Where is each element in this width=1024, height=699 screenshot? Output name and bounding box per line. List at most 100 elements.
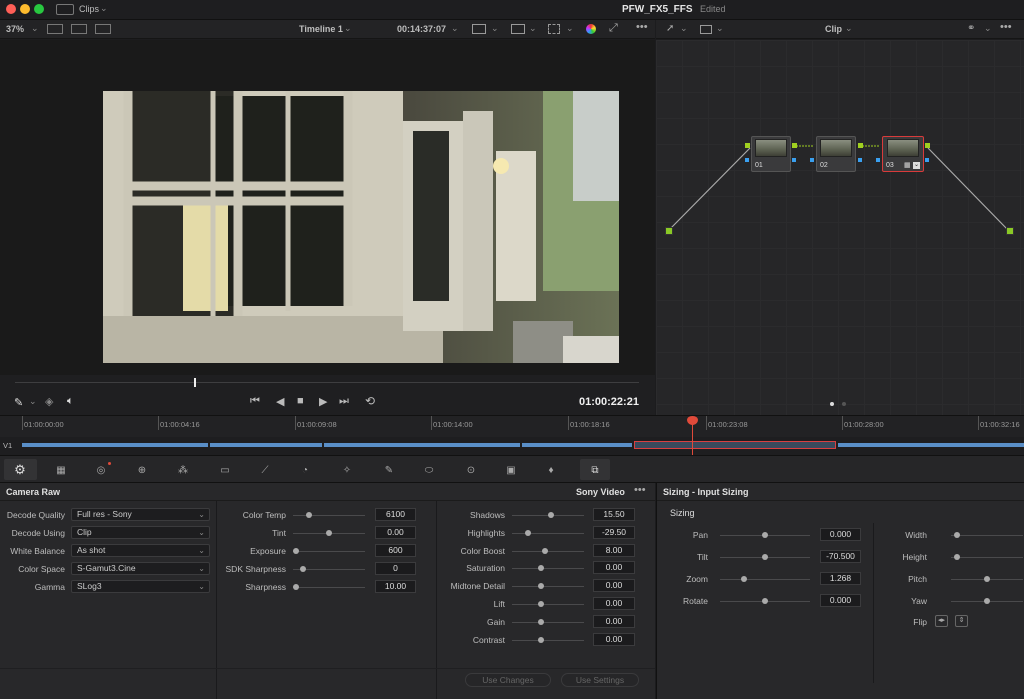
gamma-dropdown[interactable]: SLog3 ⌄ [71, 580, 210, 593]
rotate-value[interactable]: 0.000 [820, 594, 861, 607]
tilt-value[interactable]: -70.500 [820, 550, 861, 563]
pitch-slider[interactable] [951, 576, 1023, 582]
color-warper-icon[interactable]: ◔ [297, 463, 313, 477]
width-slider-knob[interactable] [954, 532, 961, 538]
saturation-slider[interactable] [512, 565, 584, 572]
zoom-slider-knob[interactable] [741, 576, 747, 582]
white-balance-dropdown[interactable]: As shot ⌄ [71, 544, 210, 557]
chevron-down-icon[interactable]: ⌄ [344, 23, 352, 34]
hdr-wheels-icon[interactable]: ⊕ [133, 463, 151, 477]
contrast-slider[interactable] [512, 636, 584, 643]
color-space-dropdown[interactable]: S-Gamut3.Cine ⌄ [71, 562, 210, 575]
motion-effects-icon[interactable]: ▭ [217, 463, 233, 477]
color-match-icon[interactable]: ▦ [53, 463, 69, 477]
clips-label[interactable]: Clips [79, 4, 99, 14]
scrub-bar[interactable] [15, 382, 639, 383]
output-dot[interactable] [1006, 227, 1014, 235]
tint-slider-knob[interactable] [326, 530, 332, 536]
chevron-down-icon[interactable]: ⌄ [491, 23, 499, 34]
node-graph-icon[interactable]: ⚭ [967, 23, 975, 34]
sizing-icon[interactable]: ⧉ [587, 463, 603, 477]
single-viewer-icon[interactable] [47, 24, 63, 34]
color-temp-value[interactable]: 6100 [375, 508, 416, 521]
color-wheel-icon[interactable] [586, 24, 596, 34]
gallery-viewer-icon[interactable] [95, 24, 111, 34]
chevron-down-icon[interactable]: ⌄ [984, 23, 992, 34]
color-wheels-icon[interactable]: ◎ [93, 463, 109, 477]
pan-slider[interactable] [720, 532, 810, 538]
eyedropper-icon[interactable]: ✎ [381, 463, 397, 477]
clip[interactable] [522, 443, 632, 447]
highlights-slider[interactable] [512, 529, 584, 536]
flip-horizontal-icon[interactable]: ◂▸ [935, 615, 948, 627]
zoom-value[interactable]: 1.268 [820, 572, 861, 585]
camera-raw-icon[interactable]: ⚙ [10, 462, 30, 477]
tint-slider[interactable] [293, 530, 365, 536]
split-viewer-icon[interactable] [71, 24, 87, 34]
decode-using-dropdown[interactable]: Clip ⌄ [71, 526, 210, 539]
node-03-selected[interactable]: 03 ▦ ⌄ [882, 136, 924, 172]
exposure-slider[interactable] [293, 548, 365, 554]
clip[interactable] [838, 443, 1024, 447]
loop-icon[interactable]: ⟲ [365, 394, 375, 408]
flip-vertical-icon[interactable]: ⇕ [955, 615, 968, 627]
lift-slider[interactable] [512, 601, 584, 607]
clip[interactable] [22, 443, 208, 447]
sdk-sharpness-value[interactable]: 0 [375, 562, 416, 575]
shadows-slider-knob[interactable] [548, 512, 555, 518]
shadows-value[interactable]: 15.50 [593, 508, 635, 521]
tint-value[interactable]: 0.00 [375, 526, 416, 539]
rotate-slider[interactable] [720, 598, 810, 604]
node-layout-icon[interactable] [700, 25, 712, 34]
highlights-slider-knob[interactable] [525, 529, 532, 536]
timeline-ruler[interactable]: 01:00:00:00 01:00:04:16 01:00:09:08 01:0… [0, 415, 1024, 437]
qualifier-icon[interactable]: ✧ [339, 463, 355, 477]
stop-icon[interactable]: ■ [297, 395, 304, 407]
zoom-window-button[interactable] [34, 4, 44, 14]
chevron-down-icon[interactable]: ⌄ [566, 23, 574, 34]
clip[interactable] [324, 443, 520, 447]
viewer-mode-icon[interactable] [472, 24, 486, 34]
chevron-down-icon[interactable]: ⌄ [451, 23, 459, 34]
dropdown-icon[interactable]: ⌄ [913, 162, 920, 169]
shadows-slider[interactable] [512, 512, 584, 518]
resize-icon[interactable]: ⤢ [609, 22, 618, 35]
go-to-start-icon[interactable]: ⏮︎ [250, 395, 260, 408]
chevron-down-icon[interactable]: ⌄ [529, 23, 537, 34]
magic-mask-icon[interactable]: ▣ [503, 463, 519, 477]
contrast-slider-knob[interactable] [538, 636, 545, 643]
play-icon[interactable]: ▶ [319, 395, 327, 408]
chevron-down-icon[interactable]: ⌄ [680, 23, 688, 34]
eyedropper-icon[interactable]: ✎ [14, 396, 23, 409]
display-icon[interactable] [511, 24, 525, 34]
use-changes-button[interactable]: Use Changes [465, 673, 551, 687]
clip-selected[interactable] [634, 441, 836, 449]
pitch-slider-knob[interactable] [984, 576, 990, 582]
volume-icon[interactable]: 🔈︎ [67, 395, 74, 408]
height-slider[interactable] [951, 554, 1023, 560]
yaw-slider[interactable] [951, 598, 1023, 604]
page-dot-active[interactable] [830, 402, 834, 406]
color-boost-value[interactable]: 8.00 [593, 543, 635, 557]
timeline-name[interactable]: Timeline 1 [299, 24, 343, 34]
timeline-playhead[interactable] [692, 424, 693, 455]
node-editor[interactable]: 01 02 03 ▦ ⌄ [656, 40, 1024, 415]
sharpness-slider-knob[interactable] [293, 584, 299, 590]
sharpness-slider[interactable] [293, 584, 365, 590]
scrub-playhead[interactable] [194, 378, 196, 387]
curves-icon[interactable]: ⟋ [257, 463, 273, 477]
exposure-value[interactable]: 600 [375, 544, 416, 557]
chevron-down-icon[interactable]: ⌄ [29, 396, 37, 407]
lift-value[interactable]: 0.00 [593, 597, 635, 610]
highlights-value[interactable]: -29.50 [593, 525, 635, 539]
chevron-down-icon[interactable]: ⌄ [845, 23, 853, 34]
clip[interactable] [210, 443, 322, 447]
chevron-down-icon[interactable]: ⌄ [31, 23, 39, 34]
color-temp-slider[interactable] [293, 512, 365, 518]
midtone-detail-slider-knob[interactable] [538, 583, 545, 590]
tilt-slider-knob[interactable] [762, 554, 768, 560]
gain-value[interactable]: 0.00 [593, 614, 635, 628]
page-dot[interactable] [842, 402, 846, 406]
contrast-value[interactable]: 0.00 [593, 632, 635, 646]
sharpness-value[interactable]: 10.00 [375, 580, 416, 593]
